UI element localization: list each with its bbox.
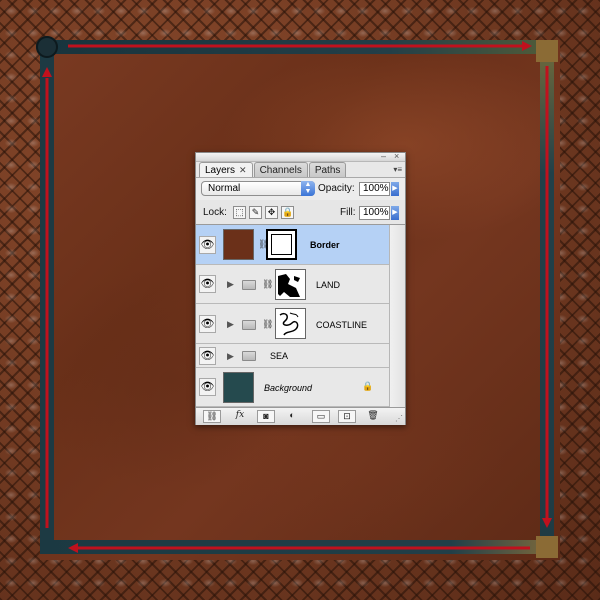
adjustment-icon[interactable]: ◐ (283, 410, 301, 423)
layer-thumbnail (223, 372, 254, 403)
fill-slider-arrow-icon[interactable]: ▶ (391, 206, 399, 220)
folder-icon[interactable]: ▭ (312, 410, 330, 423)
brush-lock-icon[interactable]: ✎ (249, 206, 262, 219)
layer-name: Border (310, 240, 340, 250)
close-icon[interactable]: × (394, 151, 399, 161)
blend-toolbar: Normal ▲ ▼ Opacity: 100% ▶ (196, 177, 405, 201)
opacity-input[interactable]: 100% (359, 182, 390, 196)
opacity-label: Opacity: (318, 183, 355, 194)
link-icon[interactable]: ⛓ (262, 319, 273, 330)
layers-panel: – × Layers ✕ Channels Paths ▾≡ Normal ▲ ▼… (195, 151, 406, 425)
mask-icon[interactable]: ◙ (257, 410, 275, 423)
eye-icon[interactable]: 👁 (199, 315, 216, 333)
move-lock-icon[interactable]: ✥ (265, 206, 278, 219)
layers-scrollbar[interactable] (389, 225, 405, 407)
expand-triangle-icon[interactable]: ▶ (227, 351, 234, 362)
mask-thumbnail[interactable] (275, 269, 306, 300)
transparency-lock-icon[interactable]: ⬚ (233, 206, 246, 219)
eye-icon[interactable]: 👁 (199, 347, 216, 365)
coastline-mask-shape (279, 312, 299, 336)
lock-toolbar: Lock: ⬚ ✎ ✥ 🔒 Fill: 100% ▶ (196, 200, 405, 225)
layer-name: SEA (270, 351, 289, 361)
tab-channels[interactable]: Channels (253, 162, 308, 177)
new-layer-icon[interactable]: ⊡ (338, 410, 356, 423)
fx-icon[interactable]: fx (231, 410, 249, 423)
layer-row-sea[interactable]: 👁 ▶ SEA (196, 344, 389, 368)
link-layers-icon[interactable]: ⛓ (203, 410, 221, 423)
panel-titlebar[interactable]: – × (196, 151, 405, 162)
blend-mode-value: Normal (208, 183, 241, 194)
eye-icon[interactable]: 👁 (199, 236, 216, 254)
layer-row-border[interactable]: 👁 ⛓ Border (196, 225, 389, 265)
panel-menu-icon[interactable]: ▾≡ (393, 165, 402, 174)
panel-bottom-bar: ⛓ fx ◙ ◐ ▭ ⊡ 🗑 ⋰ (196, 407, 405, 425)
mask-thumbnail[interactable] (266, 229, 297, 260)
layer-name: Background (264, 383, 313, 393)
tab-paths-label: Paths (314, 164, 341, 176)
resize-grip-icon[interactable]: ⋰ (395, 414, 403, 423)
tab-layers[interactable]: Layers ✕ (199, 162, 253, 178)
layer-row-coastline[interactable]: 👁 ▶ ⛓ COASTLINE (196, 304, 389, 344)
fill-label: Fill: (340, 207, 356, 218)
folder-icon (242, 320, 256, 330)
select-arrows-icon: ▲ ▼ (301, 181, 315, 196)
layers-list: 👁 ⛓ Border 👁 ▶ ⛓ LAND 👁 ▶ ⛓ COASTLINE 👁 … (196, 225, 405, 407)
layer-row-background[interactable]: 👁 Background 🔒 (196, 368, 389, 407)
panel-tabs: Layers ✕ Channels Paths (199, 162, 347, 178)
trash-icon[interactable]: 🗑 (364, 410, 382, 423)
folder-icon (242, 280, 256, 290)
land-mask-shape (278, 274, 300, 297)
expand-triangle-icon[interactable]: ▶ (227, 319, 234, 330)
opacity-slider-arrow-icon[interactable]: ▶ (391, 182, 399, 196)
folder-icon (242, 351, 256, 361)
layer-row-land[interactable]: 👁 ▶ ⛓ LAND (196, 265, 389, 304)
mask-thumbnail[interactable] (275, 308, 306, 339)
layer-name: LAND (316, 280, 341, 290)
layer-thumbnail (223, 229, 254, 260)
layer-name: COASTLINE (316, 320, 368, 330)
padlock-icon: 🔒 (362, 381, 374, 391)
lock-label: Lock: (203, 207, 227, 218)
blend-mode-select[interactable]: Normal ▲ ▼ (201, 181, 315, 196)
padlock-icon[interactable]: 🔒 (281, 206, 294, 219)
fill-input[interactable]: 100% (359, 206, 390, 220)
eye-icon[interactable]: 👁 (199, 378, 216, 396)
tab-close-icon[interactable]: ✕ (239, 165, 247, 176)
tab-paths[interactable]: Paths (308, 162, 347, 177)
collapse-icon[interactable]: – (381, 151, 386, 161)
link-icon[interactable]: ⛓ (262, 279, 273, 290)
eye-icon[interactable]: 👁 (199, 275, 216, 293)
tab-channels-label: Channels (259, 164, 302, 176)
tab-layers-label: Layers (205, 165, 236, 176)
expand-triangle-icon[interactable]: ▶ (227, 279, 234, 290)
